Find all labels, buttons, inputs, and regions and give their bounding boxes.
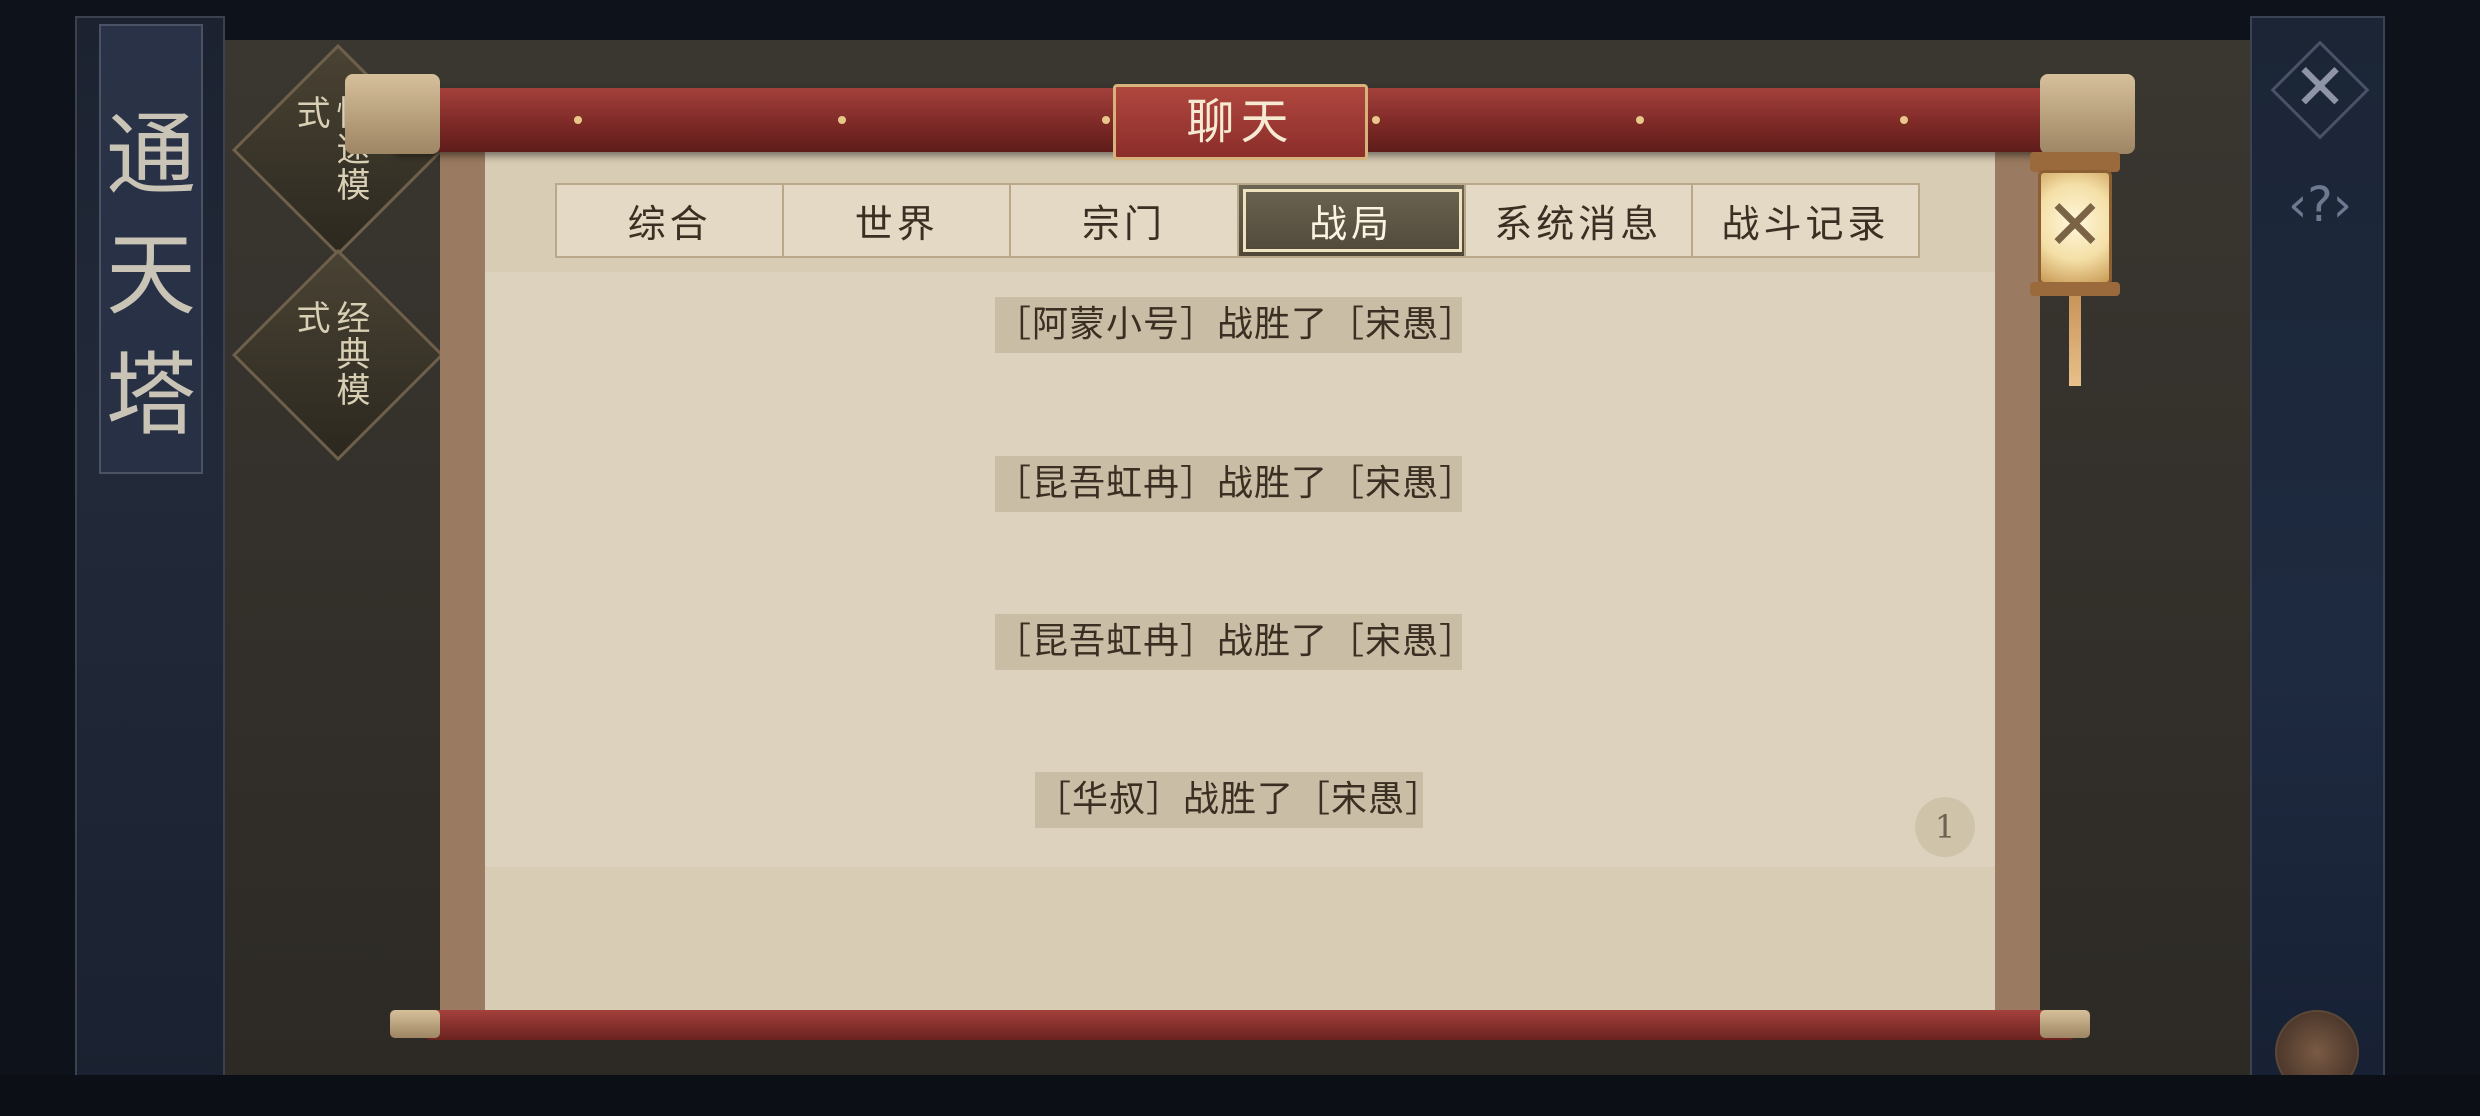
tab-world[interactable]: 世界 bbox=[784, 185, 1012, 256]
close-icon[interactable]: ✕ bbox=[2038, 170, 2112, 285]
tab-system-messages[interactable]: 系统消息 bbox=[1465, 185, 1693, 256]
chat-tabs: 综合 世界 宗门 战局 系统消息 战斗记录 bbox=[555, 183, 1920, 258]
lantern-cap bbox=[2030, 152, 2120, 172]
chat-message: ［昆吾虹冉］战胜了［宋愚］ bbox=[995, 614, 1475, 670]
lantern-base bbox=[2030, 282, 2120, 296]
chat-message: ［华叔］战胜了［宋愚］ bbox=[1035, 772, 1441, 828]
tab-general[interactable]: 综合 bbox=[557, 185, 785, 256]
scroll-bottom-cap-right bbox=[2040, 1010, 2090, 1038]
tower-title-char: 塔 bbox=[106, 343, 196, 448]
roller-stud bbox=[574, 116, 582, 124]
tab-sect[interactable]: 宗门 bbox=[1011, 185, 1239, 256]
tower-title: 通 天 塔 bbox=[99, 24, 203, 474]
scroll-top-cap-right bbox=[2040, 74, 2135, 154]
chat-message: ［昆吾虹冉］战胜了［宋愚］ bbox=[995, 456, 1475, 512]
chat-message: ［阿蒙小号］战胜了［宋愚］ bbox=[995, 297, 1475, 353]
tower-title-char: 通 bbox=[106, 103, 196, 208]
roller-stud bbox=[1900, 116, 1908, 124]
dialog-title: 聊天 bbox=[1113, 84, 1368, 160]
roller-stud bbox=[1372, 116, 1380, 124]
page-number-badge: 1 bbox=[1915, 797, 1975, 857]
roller-stud bbox=[1636, 116, 1644, 124]
help-icon[interactable]: ‹?› bbox=[2270, 170, 2370, 240]
bottom-bar bbox=[0, 1075, 2480, 1116]
lantern-tassel bbox=[2069, 296, 2081, 386]
classic-mode-label: 经典模式 bbox=[290, 300, 370, 408]
roller-stud bbox=[838, 116, 846, 124]
scroll-top-cap-left bbox=[345, 74, 440, 154]
background-close-icon[interactable]: ✕ bbox=[2285, 48, 2355, 128]
scroll-bottom-roller bbox=[425, 1010, 2075, 1040]
roller-stud bbox=[1102, 116, 1110, 124]
tab-battle[interactable]: 战局 bbox=[1238, 185, 1466, 256]
scroll-bottom-cap-left bbox=[390, 1010, 440, 1038]
tower-title-char: 天 bbox=[106, 223, 196, 328]
tab-battle-records[interactable]: 战斗记录 bbox=[1692, 185, 1919, 256]
